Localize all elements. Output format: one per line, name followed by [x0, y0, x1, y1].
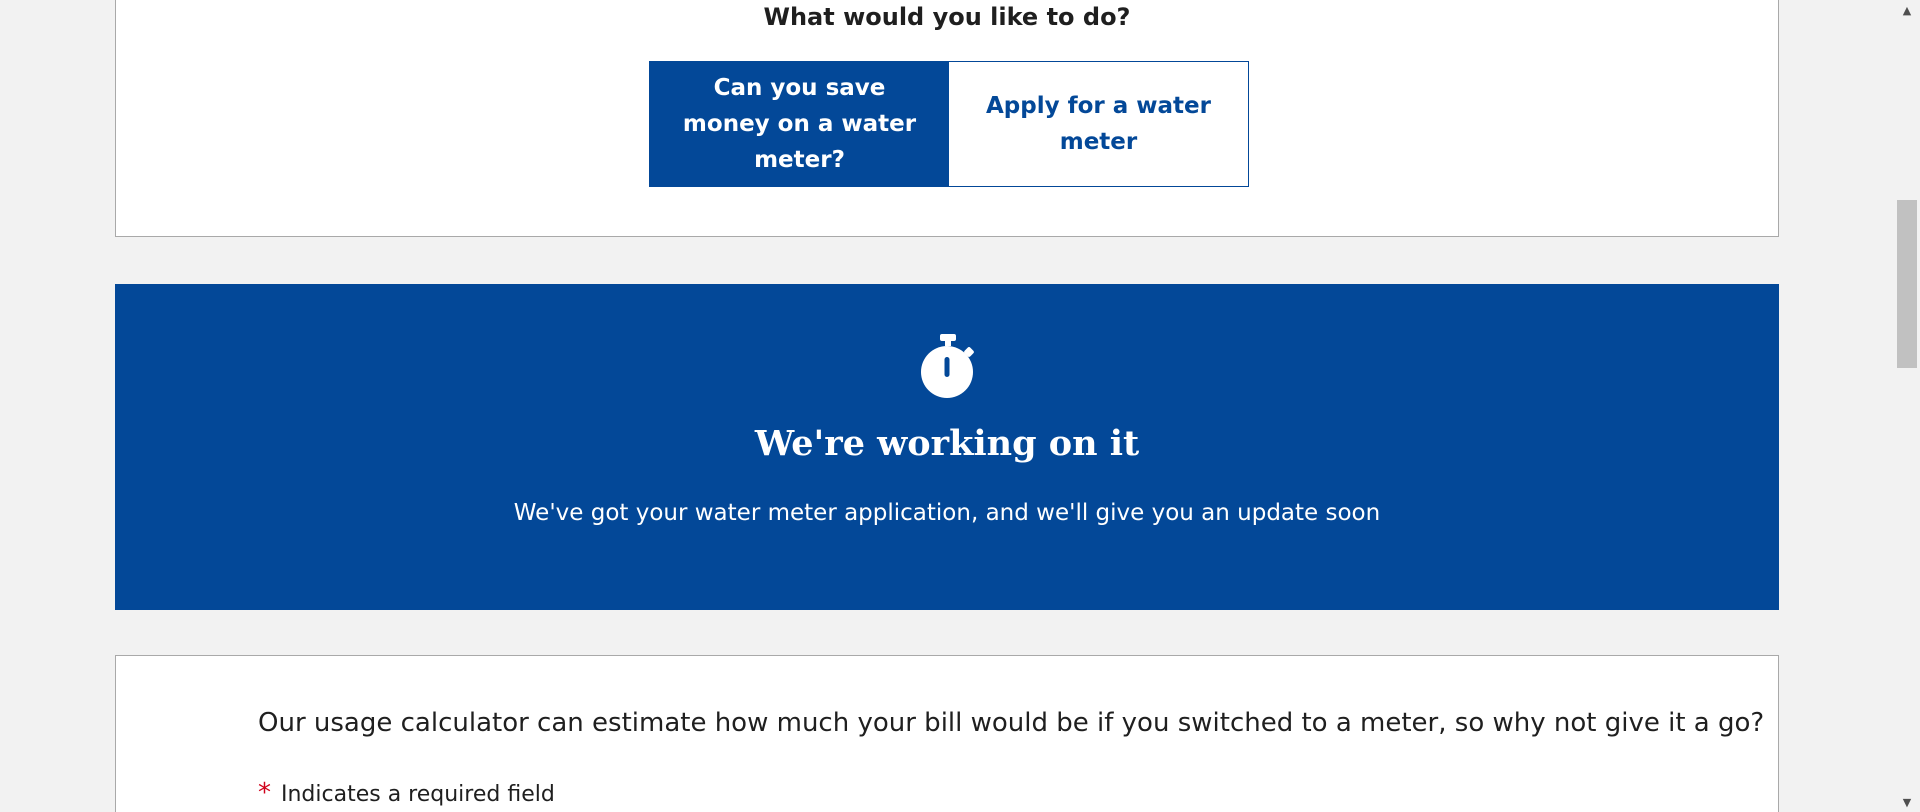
apply-meter-button[interactable]: Apply for a water meter [949, 62, 1248, 186]
vertical-scrollbar[interactable]: ▲ ▼ [1894, 0, 1920, 812]
required-field-note: * Indicates a required field [258, 778, 555, 810]
choice-button-group: Can you save money on a water meter? App… [649, 61, 1249, 187]
page: What would you like to do? Can you save … [0, 0, 1920, 812]
choice-title: What would you like to do? [763, 3, 1131, 31]
scroll-thumb[interactable] [1897, 200, 1917, 368]
save-money-button[interactable]: Can you save money on a water meter? [650, 62, 949, 186]
status-message: We've got your water meter application, … [513, 500, 1381, 526]
status-title: We're working on it [754, 423, 1140, 464]
calculator-card: Our usage calculator can estimate how mu… [115, 655, 1779, 812]
required-star: * [258, 778, 271, 808]
calculator-intro: Our usage calculator can estimate how mu… [258, 708, 1765, 738]
choice-card: What would you like to do? Can you save … [115, 0, 1779, 237]
status-banner: We're working on it We've got your water… [115, 284, 1779, 610]
scroll-down-arrow-icon[interactable]: ▼ [1894, 792, 1920, 812]
required-note-text: Indicates a required field [281, 782, 555, 807]
stopwatch-icon [921, 334, 974, 398]
scroll-up-arrow-icon[interactable]: ▲ [1894, 0, 1920, 20]
